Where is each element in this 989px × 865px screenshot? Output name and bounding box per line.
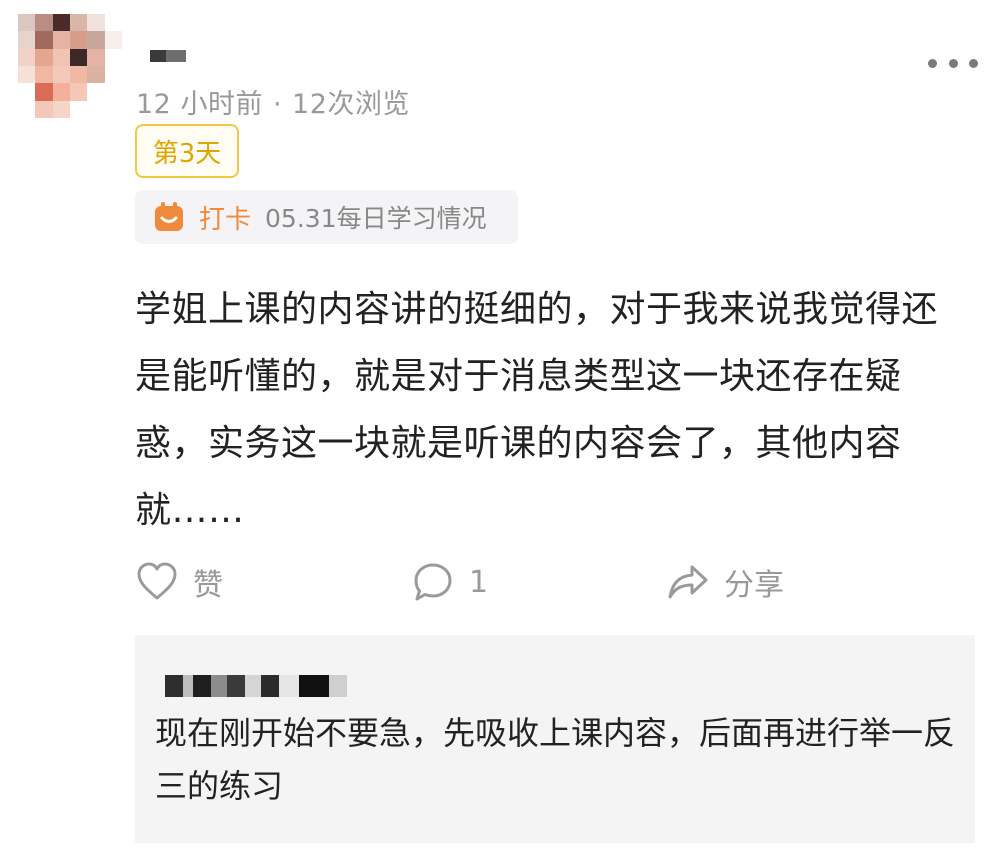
reply-author-redacted[interactable] bbox=[165, 675, 375, 697]
checkin-title: 05.31每日学习情况 bbox=[265, 204, 487, 233]
comment-reply[interactable]: 现在刚开始不要急，先吸收上课内容，后面再进行举一反三的练习 bbox=[135, 635, 975, 843]
post-meta: 12 小时前 · 12次浏览 bbox=[136, 82, 410, 121]
post-time: 12 小时前 bbox=[136, 89, 263, 120]
username-redacted[interactable] bbox=[150, 50, 186, 62]
reply-text: 现在刚开始不要急，先吸收上课内容，后面再进行举一反三的练习 bbox=[155, 714, 956, 805]
post-body: 学姐上课的内容讲的挺细的，对于我来说我觉得还是能听懂的，就是对于消息类型这一块还… bbox=[135, 289, 939, 531]
calendar-icon bbox=[155, 202, 183, 231]
comment-count: 1 bbox=[469, 564, 489, 600]
checkin-tag[interactable]: 打卡 05.31每日学习情况 bbox=[135, 190, 518, 244]
action-bar: 赞 1 分享 bbox=[135, 555, 935, 609]
comment-button[interactable]: 1 bbox=[411, 555, 488, 609]
share-label: 分享 bbox=[724, 568, 784, 603]
share-arrow-icon bbox=[668, 565, 708, 599]
avatar[interactable] bbox=[18, 14, 122, 118]
view-count: 12次浏览 bbox=[292, 89, 410, 120]
comment-bubble-icon bbox=[414, 563, 452, 601]
like-button[interactable]: 赞 bbox=[135, 555, 223, 609]
heart-icon bbox=[137, 562, 177, 600]
day-badge: 第3天 bbox=[135, 124, 239, 178]
like-label: 赞 bbox=[193, 568, 223, 603]
meta-separator: · bbox=[272, 89, 283, 120]
checkin-label: 打卡 bbox=[199, 204, 252, 235]
share-button[interactable]: 分享 bbox=[666, 555, 784, 609]
more-dots-icon bbox=[928, 58, 937, 68]
more-options-button[interactable] bbox=[928, 52, 978, 74]
